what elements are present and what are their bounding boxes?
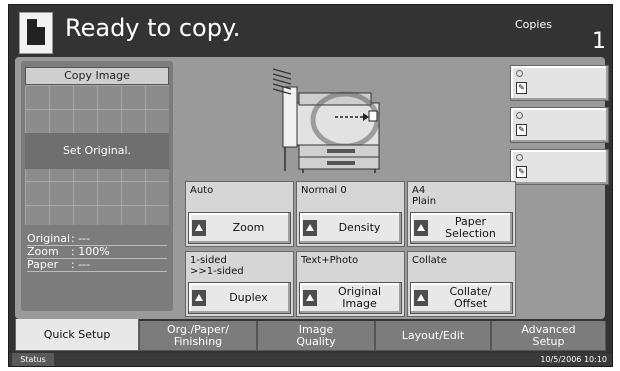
zoom-setting: Auto Zoom	[185, 181, 294, 247]
indicator-dot	[516, 112, 523, 119]
tab-layout-edit[interactable]: Layout/Edit	[375, 321, 491, 351]
info-key: Original	[27, 232, 71, 245]
duplex-button[interactable]: Duplex	[188, 282, 291, 314]
collate-offset-label: Collate/ Offset	[449, 285, 492, 310]
collate-setting: Collate Collate/ Offset	[407, 251, 516, 317]
copy-image-title: Copy Image	[25, 67, 169, 85]
main-panel: Copy Image Set Original. Original: --- Z…	[15, 57, 609, 319]
expand-arrow-icon	[192, 290, 206, 306]
tab-advanced-setup[interactable]: Advanced Setup	[491, 321, 606, 351]
shortcut-button-2[interactable]: ✎	[510, 107, 609, 143]
paper-selection-label: Paper Selection	[445, 215, 496, 240]
copier-machine-illustration	[272, 68, 380, 173]
original-image-setting: Text+Photo Original Image	[296, 251, 405, 317]
status-message: Ready to copy.	[65, 14, 241, 42]
shortcut-icon: ✎	[516, 82, 527, 94]
copier-screen: Ready to copy. Copies 1 Copy Image Set O…	[8, 4, 613, 367]
info-value: : 100%	[71, 245, 110, 258]
tab-image-quality[interactable]: Image Quality	[257, 321, 375, 351]
info-paper: Paper : ---	[27, 259, 167, 272]
density-button[interactable]: Density	[299, 212, 402, 244]
info-key: Zoom	[27, 245, 59, 258]
zoom-value: Auto	[190, 185, 214, 196]
copy-image-panel: Copy Image Set Original. Original: --- Z…	[21, 61, 173, 311]
duplex-setting: 1-sided >>1-sided Duplex	[185, 251, 294, 317]
info-value: : ---	[71, 258, 91, 271]
collate-offset-button[interactable]: Collate/ Offset	[410, 282, 513, 314]
duplex-value: 1-sided >>1-sided	[190, 255, 244, 277]
indicator-dot	[516, 154, 523, 161]
density-setting: Normal 0 Density	[296, 181, 405, 247]
document-icon	[19, 12, 53, 54]
density-value: Normal 0	[301, 185, 347, 196]
original-image-value: Text+Photo	[301, 255, 359, 266]
info-key: Paper	[27, 258, 59, 271]
datetime-display: 10/5/2006 10:10	[540, 355, 607, 364]
expand-arrow-icon	[414, 220, 428, 236]
original-image-label: Original Image	[337, 285, 382, 310]
zoom-button[interactable]: Zoom	[188, 212, 291, 244]
expand-arrow-icon	[303, 220, 317, 236]
expand-arrow-icon	[192, 220, 206, 236]
shortcut-button-3[interactable]: ✎	[510, 149, 609, 185]
tab-org-paper-finishing[interactable]: Org./Paper/ Finishing	[139, 321, 257, 351]
copies-label: Copies	[515, 18, 552, 31]
info-value: : ---	[71, 232, 91, 245]
status-button[interactable]: Status	[12, 353, 54, 366]
tab-quick-setup[interactable]: Quick Setup	[15, 319, 139, 351]
duplex-label: Duplex	[229, 291, 268, 304]
set-original-message: Set Original.	[62, 144, 132, 157]
expand-arrow-icon	[414, 290, 428, 306]
paper-selection-button[interactable]: Paper Selection	[410, 212, 513, 244]
zoom-label: Zoom	[232, 221, 265, 234]
shortcut-button-1[interactable]: ✎	[510, 65, 609, 101]
indicator-dot	[516, 70, 523, 77]
copies-count: 1	[592, 29, 606, 54]
original-image-button[interactable]: Original Image	[299, 282, 402, 314]
collate-value: Collate	[412, 255, 447, 266]
expand-arrow-icon	[303, 290, 317, 306]
shortcut-icon: ✎	[516, 166, 527, 178]
status-bar: Status 10/5/2006 10:10	[9, 353, 612, 366]
shortcut-icon: ✎	[516, 124, 527, 136]
paper-value: A4 Plain	[412, 185, 437, 207]
paper-setting: A4 Plain Paper Selection	[407, 181, 516, 247]
density-label: Density	[338, 221, 381, 234]
